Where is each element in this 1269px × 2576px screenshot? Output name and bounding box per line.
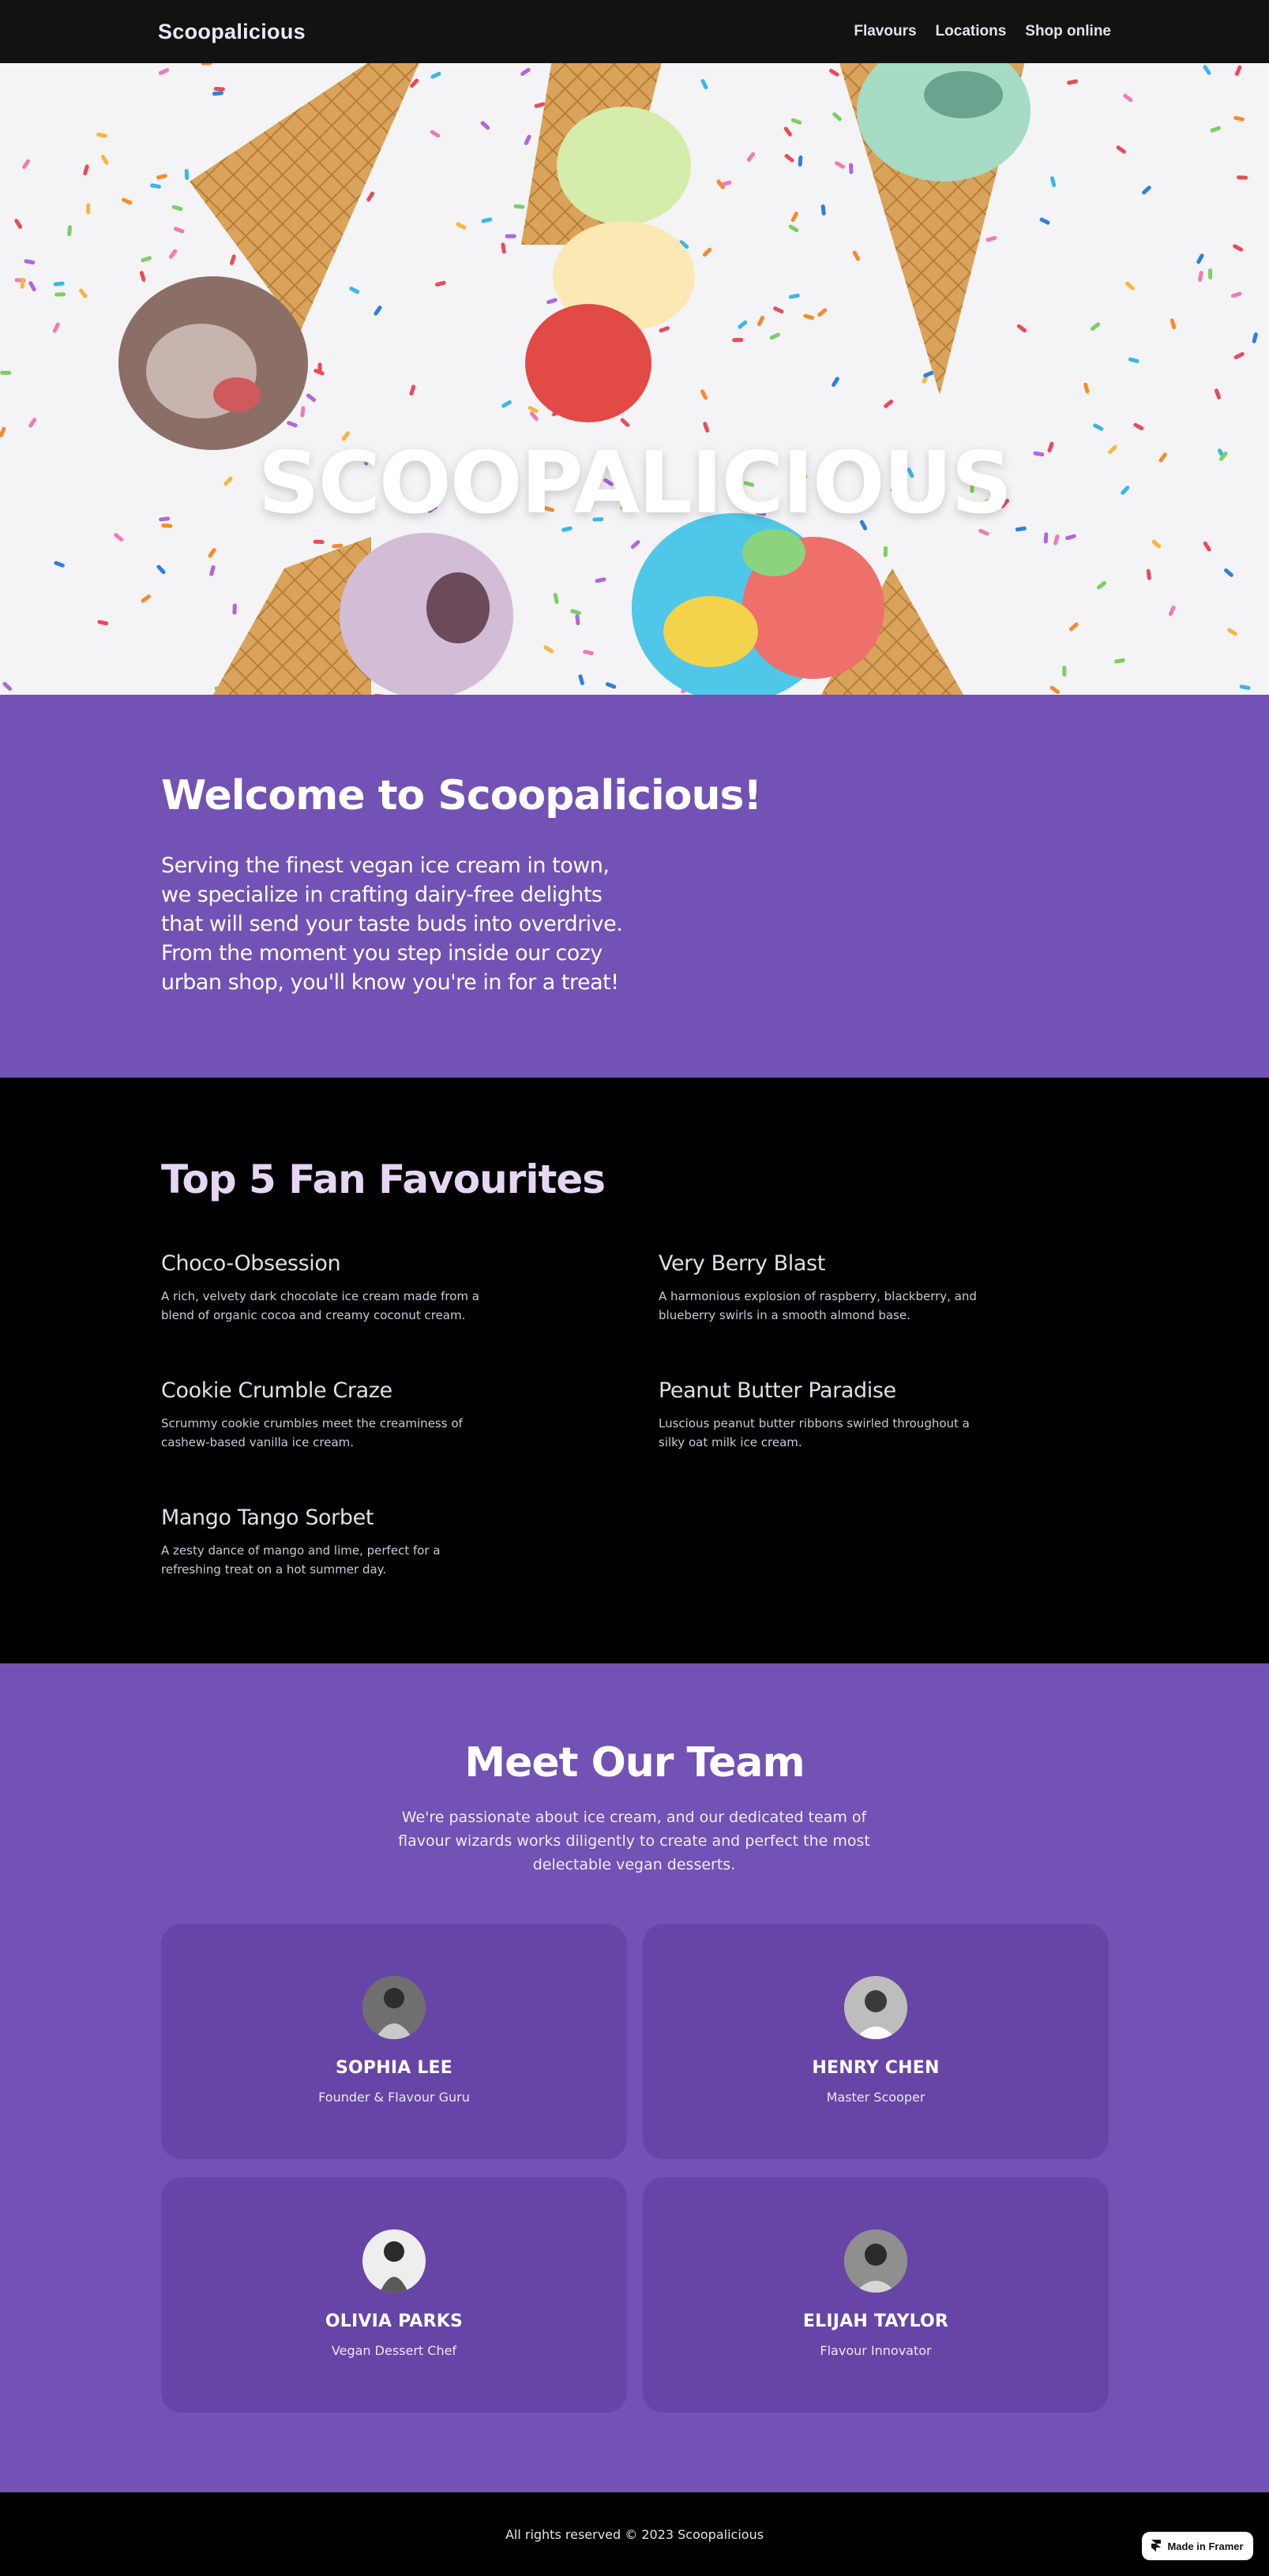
flavour-name: Choco-Obsession <box>161 1251 341 1276</box>
sprinkle <box>883 546 888 557</box>
flavour-item: Choco-Obsession A rich, velvety dark cho… <box>161 1251 493 1325</box>
sprinkle <box>232 603 237 615</box>
welcome-text: Serving the finest vegan ice cream in to… <box>161 853 623 995</box>
flavour-description: A harmonious explosion of raspberry, bla… <box>659 1289 977 1322</box>
made-in-framer-label: Made in Framer <box>1167 2540 1244 2552</box>
flavour-item: Very Berry Blast A harmonious explosion … <box>659 1251 990 1325</box>
flavour-description: A zesty dance of mango and lime, perfect… <box>161 1543 441 1577</box>
avatar <box>844 2229 907 2293</box>
sprinkle <box>1237 175 1248 180</box>
flavour-item: Cookie Crumble Craze Scrummy cookie crum… <box>161 1378 493 1452</box>
welcome-section: Welcome to Scoopalicious! Serving the fi… <box>0 695 1269 1078</box>
sprinkle <box>1043 532 1049 544</box>
nav-link-locations[interactable]: Locations <box>936 23 1007 40</box>
flavour-item: Peanut Butter Paradise Luscious peanut b… <box>659 1378 990 1452</box>
member-name: SOPHIA LEE <box>335 2058 453 2078</box>
sprinkle <box>54 292 66 297</box>
team-card: SOPHIA LEE Founder & Flavour Guru <box>161 1924 627 2159</box>
avatar <box>844 1976 907 2039</box>
member-role: Founder & Flavour Guru <box>318 2090 470 2105</box>
sprinkle <box>20 277 25 289</box>
nav-link-shop-online[interactable]: Shop online <box>1025 23 1111 40</box>
hero-section: SCOOPALICIOUS <box>0 63 1269 695</box>
sprinkle <box>86 203 91 215</box>
favourites-section: Top 5 Fan Favourites Choco-Obsession A r… <box>0 1078 1269 1663</box>
flavour-description: Scrummy cookie crumbles meet the creamin… <box>161 1416 463 1449</box>
flavour-name: Very Berry Blast <box>659 1251 825 1276</box>
member-role: Vegan Dessert Chef <box>331 2343 457 2358</box>
flavour-description: Luscious peanut butter ribbons swirled t… <box>659 1416 970 1449</box>
sprinkle <box>848 163 854 174</box>
team-heading: Meet Our Team <box>464 1739 805 1787</box>
member-name: OLIVIA PARKS <box>325 2312 464 2331</box>
sprinkle <box>213 87 225 92</box>
sprinkle <box>1208 268 1213 279</box>
made-in-framer-badge[interactable]: Made in Framer <box>1142 2532 1253 2560</box>
member-role: Flavour Innovator <box>820 2343 932 2358</box>
nav-links: Flavours Locations Shop online <box>854 23 1111 40</box>
team-intro: We're passionate about ice cream, and ou… <box>398 1809 870 1873</box>
favourites-heading: Top 5 Fan Favourites <box>161 1157 606 1202</box>
member-name: ELIJAH TAYLOR <box>802 2312 949 2331</box>
welcome-heading: Welcome to Scoopalicious! <box>161 772 762 819</box>
flavour-description: A rich, velvety dark chocolate ice cream… <box>161 1289 479 1322</box>
flavour-name: Peanut Butter Paradise <box>659 1378 896 1403</box>
framer-icon <box>1151 2540 1162 2552</box>
team-card: OLIVIA PARKS Vegan Dessert Chef <box>161 2177 627 2413</box>
sprinkle <box>732 337 744 343</box>
copyright-text: All rights reserved © 2023 Scoopalicious <box>505 2526 764 2542</box>
sprinkle <box>184 169 190 181</box>
avatar <box>362 1976 426 2039</box>
sprinkle <box>1062 666 1067 677</box>
footer: All rights reserved © 2023 Scoopalicious <box>0 2492 1269 2576</box>
sprinkle <box>0 370 12 375</box>
member-role: Master Scooper <box>826 2090 925 2105</box>
flavour-name: Mango Tango Sorbet <box>161 1505 374 1530</box>
flavour-name: Cookie Crumble Craze <box>161 1378 392 1403</box>
sprinkle <box>505 234 516 238</box>
avatar <box>362 2229 426 2293</box>
member-name: HENRY CHEN <box>812 2058 940 2078</box>
nav-link-flavours[interactable]: Flavours <box>854 23 916 40</box>
team-card: HENRY CHEN Master Scooper <box>643 1924 1109 2159</box>
sprinkle <box>313 539 325 545</box>
hero-title: SCOOPALICIOUS <box>257 434 1012 533</box>
team-section: Meet Our Team We're passionate about ice… <box>0 1663 1269 2492</box>
top-nav: Scoopalicious Flavours Locations Shop on… <box>0 0 1269 63</box>
team-card: ELIJAH TAYLOR Flavour Innovator <box>643 2177 1109 2413</box>
flavour-item: Mango Tango Sorbet A zesty dance of mang… <box>161 1505 493 1579</box>
sprinkle <box>201 63 212 66</box>
hero-ice-cream-image <box>0 63 1269 695</box>
brand-logo[interactable]: Scoopalicious <box>158 20 306 44</box>
